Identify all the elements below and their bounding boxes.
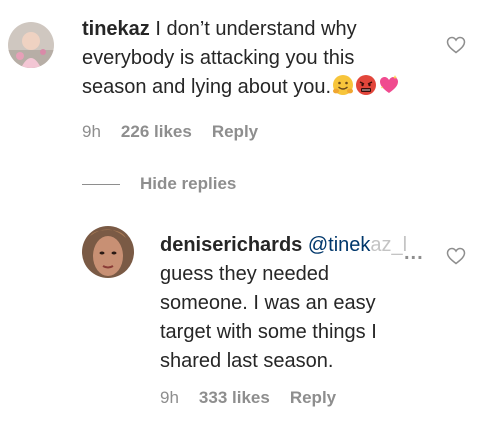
comment-body: tinekaz I don’t understand why everybody… — [82, 15, 442, 105]
hide-replies-button[interactable]: Hide replies — [82, 174, 236, 194]
hide-replies-divider — [82, 183, 120, 185]
avatar-deniserichards[interactable] — [82, 226, 134, 278]
like-comment-heart-icon[interactable] — [446, 36, 466, 54]
comment-time[interactable]: 9h — [82, 122, 101, 142]
comment-text-line3: season and lying about you. — [82, 76, 332, 98]
comment-text-line1: I don’t understand why — [155, 18, 357, 40]
reply-body: deniserichards @tinekaz_l guess they nee… — [160, 231, 430, 376]
reply-likes[interactable]: 333 likes — [199, 388, 270, 408]
reply-meta: 9h 333 likes Reply — [160, 388, 336, 408]
hide-replies-label: Hide replies — [140, 174, 237, 193]
reply-text-line4: shared last season. — [160, 350, 334, 372]
reply-mention[interactable]: @tinekaz_l — [308, 234, 407, 256]
hugging-face-emoji — [332, 74, 354, 105]
reply-mention-faded: az_l — [370, 234, 408, 256]
angry-face-emoji — [355, 74, 377, 105]
sparkling-heart-emoji — [378, 74, 400, 105]
reply-mention-visible: @tinek — [307, 234, 371, 256]
comment-text-line2: everybody is attacking you this — [82, 47, 355, 69]
reply-text-line3: target with some things I — [160, 321, 377, 343]
like-reply-heart-icon[interactable] — [446, 247, 466, 265]
reply-text-line1: guess they needed — [160, 263, 330, 285]
more-options-ellipsis[interactable]: ... — [404, 242, 424, 265]
comment-likes[interactable]: 226 likes — [121, 122, 192, 142]
reply-username[interactable]: deniserichards — [160, 234, 302, 256]
avatar-tinekaz[interactable] — [8, 22, 54, 68]
comment-username[interactable]: tinekaz — [82, 18, 150, 40]
reply-reply-button[interactable]: Reply — [290, 388, 336, 408]
comment-reply-button[interactable]: Reply — [212, 122, 258, 142]
reply-text-line2: someone. I was an easy — [160, 292, 376, 314]
comment-meta: 9h 226 likes Reply — [82, 122, 258, 142]
reply-time[interactable]: 9h — [160, 388, 179, 408]
